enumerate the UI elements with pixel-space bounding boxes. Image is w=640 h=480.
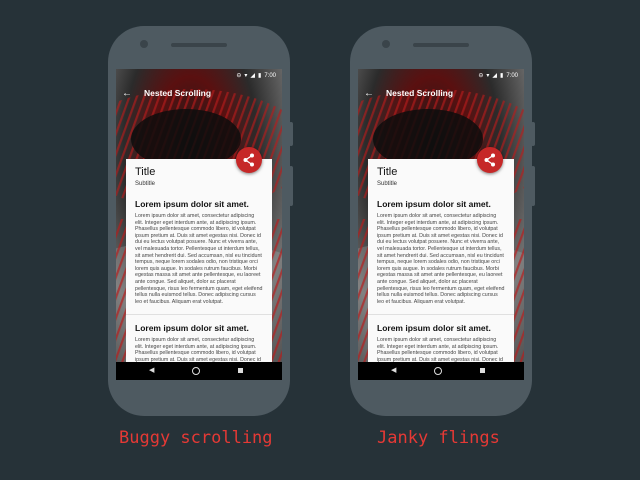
signal-icon: ◢ [250, 73, 255, 79]
section-body: Lorem ipsum dolor sit amet, consectetur … [135, 213, 263, 305]
nav-home-icon[interactable] [192, 367, 200, 375]
nav-back-icon[interactable]: ◀ [149, 366, 154, 374]
speaker-grille [413, 43, 469, 47]
caption-left: Buggy scrolling [119, 428, 273, 448]
caption-right: Janky flings [377, 428, 500, 448]
volume-button [531, 166, 535, 206]
section-heading: Lorem ipsum dolor sit amet. [135, 323, 249, 333]
section-body: Lorem ipsum dolor sit amet, consectetur … [377, 213, 505, 305]
navigation-bar: ◀ [116, 362, 282, 380]
power-button [531, 122, 535, 146]
volume-button [289, 166, 293, 206]
nav-recents-icon[interactable] [238, 368, 243, 373]
navigation-bar: ◀ [358, 362, 524, 380]
nav-recents-icon[interactable] [480, 368, 485, 373]
section-heading: Lorem ipsum dolor sit amet. [377, 323, 491, 333]
toolbar-title: Nested Scrolling [144, 88, 212, 98]
card-title: Title [135, 166, 156, 178]
section-heading: Lorem ipsum dolor sit amet. [135, 199, 249, 209]
toolbar-title: Nested Scrolling [386, 88, 454, 98]
content-card[interactable]: Title Subtitle Lorem ipsum dolor sit ame… [126, 159, 272, 380]
signal-icon: ◢ [492, 73, 497, 79]
toolbar: ← Nested Scrolling [116, 82, 282, 106]
wifi-icon: ▾ [244, 73, 248, 79]
arrow-back-icon[interactable]: ← [122, 87, 132, 101]
section-divider [126, 314, 272, 315]
share-fab-button[interactable] [477, 147, 503, 173]
camera-icon [140, 40, 148, 48]
status-time: 7:00 [506, 72, 518, 79]
status-time: 7:00 [264, 72, 276, 79]
card-subtitle: Subtitle [135, 181, 156, 187]
battery-icon: ▮ [258, 73, 262, 79]
wifi-icon: ▾ [486, 73, 490, 79]
share-fab-button[interactable] [236, 147, 262, 173]
camera-icon [382, 40, 390, 48]
toolbar: ← Nested Scrolling [358, 82, 524, 106]
section-heading: Lorem ipsum dolor sit amet. [377, 199, 491, 209]
arrow-back-icon[interactable]: ← [364, 87, 374, 101]
battery-icon: ▮ [500, 73, 504, 79]
nav-back-icon[interactable]: ◀ [391, 366, 396, 374]
section-divider [368, 314, 514, 315]
card-section: Lorem ipsum dolor sit amet. Lorem ipsum … [135, 199, 263, 305]
nav-home-icon[interactable] [434, 367, 442, 375]
card-title: Title [377, 166, 398, 178]
do-not-disturb-icon: ⊖ [478, 73, 484, 79]
share-icon [484, 153, 495, 167]
do-not-disturb-icon: ⊖ [236, 73, 242, 79]
phone-screen: ⊖ ▾ ◢ ▮ 7:00 ← Nested Scrolling Title Su… [116, 69, 282, 380]
card-section: Lorem ipsum dolor sit amet. Lorem ipsum … [377, 199, 505, 305]
speaker-grille [171, 43, 227, 47]
content-card[interactable]: Title Subtitle Lorem ipsum dolor sit ame… [368, 159, 514, 380]
power-button [289, 122, 293, 146]
card-subtitle: Subtitle [377, 181, 398, 187]
status-bar: ⊖ ▾ ◢ ▮ 7:00 [116, 69, 282, 82]
share-icon [243, 153, 254, 167]
phone-right: ⊖ ▾ ◢ ▮ 7:00 ← Nested Scrolling Title Su… [350, 26, 535, 416]
phone-left: ⊖ ▾ ◢ ▮ 7:00 ← Nested Scrolling Title Su… [108, 26, 293, 416]
status-bar: ⊖ ▾ ◢ ▮ 7:00 [358, 69, 524, 82]
phone-screen: ⊖ ▾ ◢ ▮ 7:00 ← Nested Scrolling Title Su… [358, 69, 524, 380]
